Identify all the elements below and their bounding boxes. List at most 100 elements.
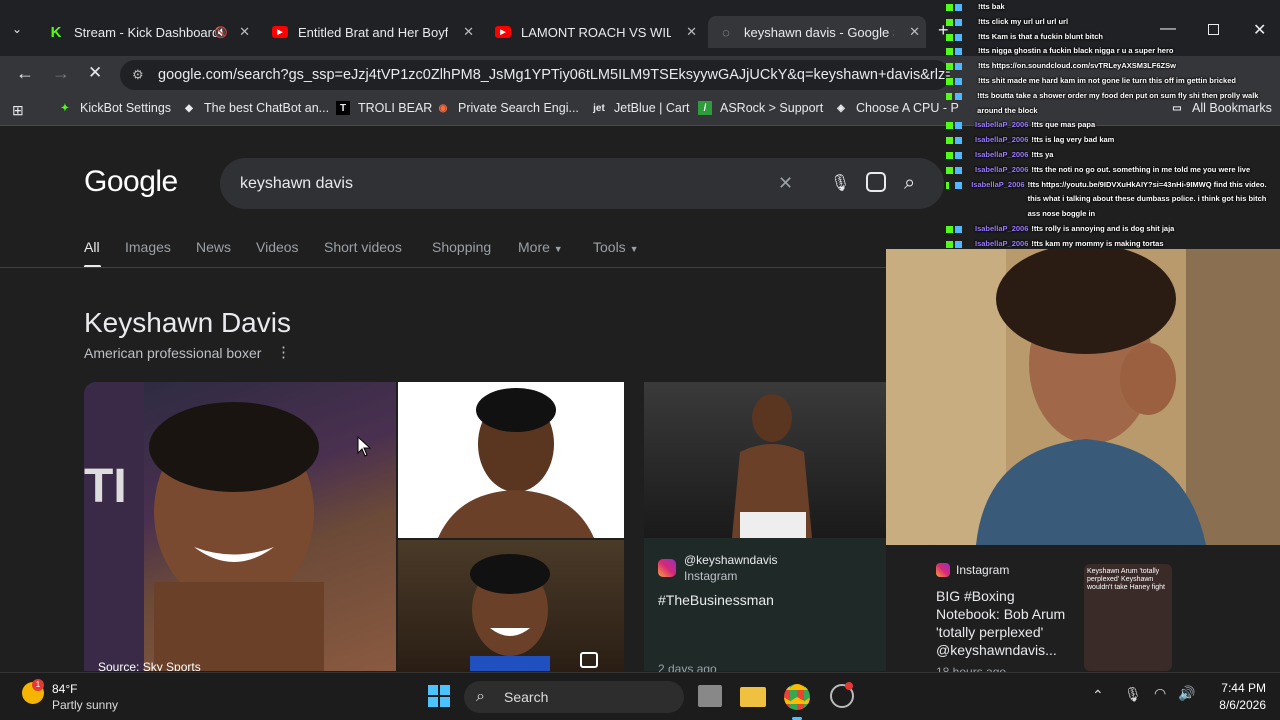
weather-desc[interactable]: Partly sunny bbox=[52, 698, 118, 712]
apps-grid-icon[interactable]: ⊞ bbox=[12, 102, 24, 119]
chat-text: !tts boutta take a shower order my food … bbox=[977, 90, 1259, 115]
tab-youtube-entitled[interactable]: ▶ Entitled Brat and Her Boyfrie ✕ bbox=[262, 16, 480, 48]
chrome-icon[interactable] bbox=[784, 684, 810, 710]
close-icon[interactable]: ✕ bbox=[686, 24, 697, 40]
google-logo[interactable]: Google bbox=[84, 165, 178, 199]
close-icon[interactable]: ✕ bbox=[463, 24, 474, 40]
close-icon[interactable]: ✕ bbox=[239, 24, 250, 40]
tab-videos[interactable]: Videos bbox=[256, 239, 299, 255]
tab-more[interactable]: More ▼ bbox=[518, 239, 563, 255]
volume-icon[interactable]: 🔊 bbox=[1178, 685, 1195, 702]
chat-text: !tts click my url url url url bbox=[978, 16, 1069, 26]
search-icon[interactable]: ⌕ bbox=[904, 158, 915, 209]
boxer-photo-smiling[interactable] bbox=[398, 540, 624, 671]
chat-message: !tts boutta take a shower order my food … bbox=[946, 89, 1280, 119]
chat-message: IsabellaP_2006 !tts ya bbox=[946, 148, 1280, 163]
search-box[interactable]: keyshawn davis ✕ 🎙 ⌕ bbox=[220, 158, 944, 209]
sub-badge-icon bbox=[955, 63, 962, 71]
kick-icon: ✦ bbox=[60, 102, 70, 114]
bookmark-chatbot[interactable]: ◆ The best ChatBot an... bbox=[182, 101, 329, 115]
sub-badge-icon bbox=[955, 166, 962, 174]
close-icon[interactable]: ✕ bbox=[909, 24, 920, 40]
loading-globe-icon: ◌ bbox=[722, 24, 730, 40]
diamond-icon: ◆ bbox=[185, 102, 193, 114]
caret-down-icon: ▼ bbox=[553, 244, 563, 254]
kick-badge-icon bbox=[946, 4, 953, 11]
more-options-icon[interactable]: ⋮ bbox=[276, 343, 291, 361]
boxer-portrait-illustration bbox=[438, 388, 594, 538]
image-source: Source: Sky Sports bbox=[98, 660, 201, 671]
search-icon: ⌕ bbox=[476, 688, 485, 705]
lens-icon[interactable] bbox=[866, 172, 886, 192]
tab-google-search[interactable]: ◌ keyshawn davis - Google Se ✕ bbox=[708, 16, 926, 48]
bookmark-troli-bear[interactable]: T TROLI BEAR bbox=[336, 101, 432, 115]
tab-images[interactable]: Images bbox=[125, 239, 171, 255]
sub-badge-icon bbox=[955, 77, 962, 85]
chat-message: !tts bak bbox=[946, 0, 1280, 15]
chat-text: !tts Kam is that a fuckin blunt bitch bbox=[978, 31, 1104, 41]
bookmark-asrock[interactable]: / ASRock > Support bbox=[698, 101, 823, 115]
bookmark-jetblue[interactable]: jet JetBlue | Cart bbox=[592, 101, 689, 115]
sub-badge-icon bbox=[955, 4, 962, 11]
caret-down-icon: ▼ bbox=[629, 244, 639, 254]
instagram-card-1[interactable]: @keyshawndavis Instagram #TheBusinessman… bbox=[644, 538, 886, 676]
tab-news[interactable]: News bbox=[196, 239, 231, 255]
url-text: google.com/search?gs_ssp=eJzj4tVP1zc0Zlh… bbox=[158, 67, 950, 83]
tab-youtube-lamont[interactable]: ▶ LAMONT ROACH VS WILLIA ✕ bbox=[485, 16, 703, 48]
chat-text: !tts ya bbox=[1031, 149, 1054, 159]
boxer-photo-portrait[interactable] bbox=[398, 382, 624, 538]
clock-time[interactable]: 7:44 PM bbox=[1210, 681, 1266, 695]
cpu-icon: ◈ bbox=[837, 102, 845, 114]
tab-title: Entitled Brat and Her Boyfrie bbox=[298, 24, 448, 40]
mute-icon[interactable]: 🔇 bbox=[214, 26, 228, 39]
bookmark-label: ASRock > Support bbox=[720, 101, 824, 115]
boxer-photo-main[interactable]: TI Source: Sky Sports bbox=[84, 382, 396, 671]
clear-icon[interactable]: ✕ bbox=[778, 158, 793, 209]
task-view-icon[interactable] bbox=[698, 685, 722, 707]
start-icon[interactable] bbox=[428, 685, 450, 707]
taskbar-search-box[interactable]: ⌕ Search bbox=[464, 681, 684, 713]
chat-message: !tts Kam is that a fuckin blunt bitch bbox=[946, 30, 1280, 45]
back-icon[interactable]: ← bbox=[16, 63, 34, 84]
weather-badge: 1 bbox=[32, 679, 44, 691]
bookmark-label: Choose A CPU - P bbox=[856, 101, 959, 115]
tab-all[interactable]: All bbox=[84, 239, 101, 268]
chat-username: IsabellaP_2006 bbox=[975, 135, 1029, 145]
image-gallery-icon[interactable] bbox=[580, 652, 598, 668]
tab-label: Tools bbox=[593, 239, 626, 255]
notification-dot bbox=[845, 682, 853, 690]
weather-temp[interactable]: 84°F bbox=[52, 682, 77, 696]
file-explorer-icon[interactable] bbox=[740, 687, 766, 707]
tab-tools[interactable]: Tools ▼ bbox=[593, 239, 639, 255]
stop-icon[interactable]: ✕ bbox=[88, 63, 102, 83]
mic-icon[interactable]: 🎙 bbox=[830, 158, 850, 209]
tab-search-chevron-icon[interactable]: ⌄ bbox=[12, 22, 22, 36]
kick-badge-icon bbox=[946, 166, 953, 174]
tab-title: keyshawn davis - Google Se bbox=[744, 24, 894, 40]
kick-badge-icon bbox=[946, 151, 953, 159]
kick-badge-icon bbox=[946, 137, 953, 145]
site-info-icon[interactable]: ⚙ bbox=[132, 60, 144, 90]
mic-icon[interactable]: 🎙 bbox=[1124, 686, 1142, 703]
sub-badge-icon bbox=[955, 33, 962, 41]
search-input[interactable]: keyshawn davis bbox=[240, 175, 353, 192]
sub-badge-icon bbox=[955, 181, 962, 189]
clock-date[interactable]: 8/6/2026 bbox=[1200, 698, 1266, 712]
instagram-photo-1[interactable] bbox=[644, 382, 886, 538]
forward-icon[interactable]: → bbox=[52, 63, 70, 84]
kick-badge-icon bbox=[946, 48, 953, 56]
bookmark-choose-cpu[interactable]: ◈ Choose A CPU - P bbox=[834, 101, 959, 115]
bookmark-private-search[interactable]: ◉ Private Search Engi... bbox=[436, 101, 579, 115]
instagram-platform: Instagram bbox=[684, 569, 738, 583]
instagram-handle: @keyshawndavis bbox=[684, 553, 778, 567]
tab-kick-dashboard[interactable]: K Stream - Kick Dashboard 🔇 ✕ bbox=[38, 16, 256, 48]
bookmark-kickbot[interactable]: ✦ KickBot Settings bbox=[58, 101, 171, 115]
tab-shopping[interactable]: Shopping bbox=[432, 239, 491, 255]
youtube-icon: ▶ bbox=[272, 26, 288, 38]
tab-short-videos[interactable]: Short videos bbox=[324, 239, 402, 255]
chevron-up-icon[interactable]: ⌃ bbox=[1092, 687, 1104, 704]
wifi-icon[interactable]: ◠ bbox=[1154, 685, 1166, 702]
address-bar[interactable]: ⚙ google.com/search?gs_ssp=eJzj4tVP1zc0Z… bbox=[120, 60, 950, 90]
instagram-card-2[interactable]: Instagram BIG #Boxing Notebook: Bob Arum… bbox=[924, 550, 1186, 679]
tab-label: All bbox=[84, 239, 100, 255]
